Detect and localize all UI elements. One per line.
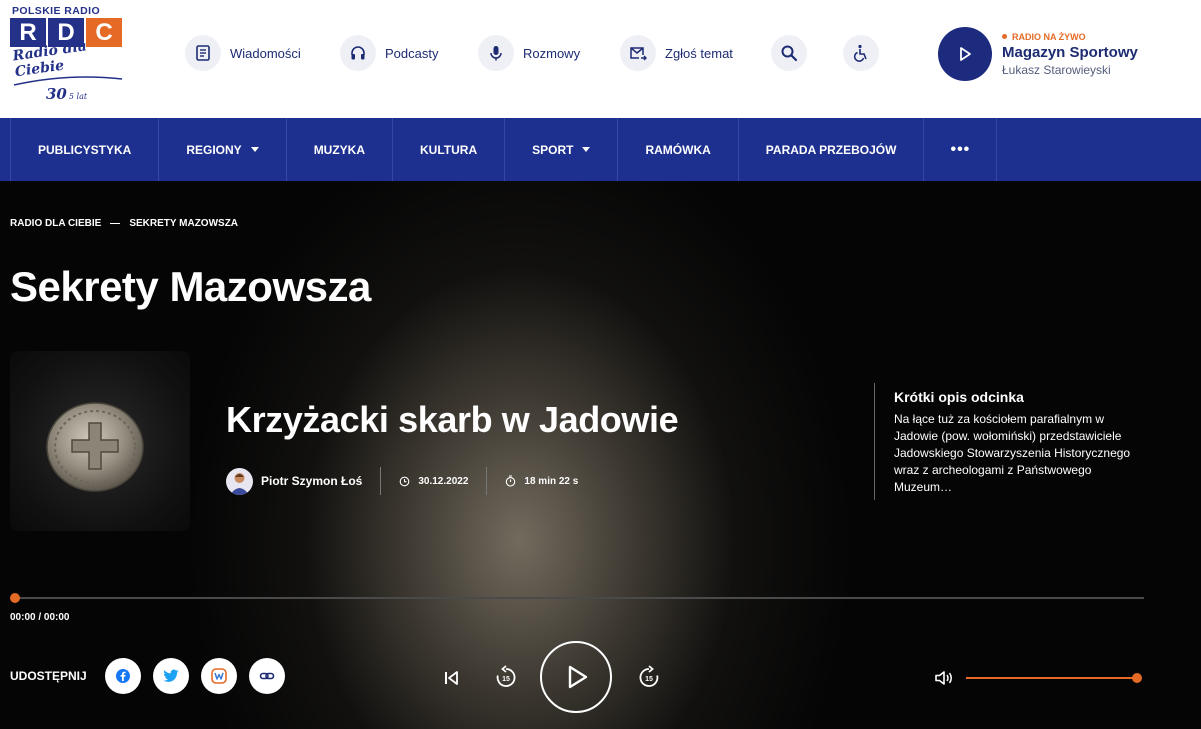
main-navigation: PUBLICYSTYKA REGIONY MUZYKA KULTURA SPOR… xyxy=(0,118,1201,181)
headphones-icon xyxy=(340,35,376,71)
play-icon xyxy=(568,665,588,689)
person-icon xyxy=(230,472,249,495)
playback-timecode: 00:00 / 00:00 xyxy=(10,612,70,623)
mainnav-label: SPORT xyxy=(532,142,574,157)
news-icon xyxy=(185,35,221,71)
mainnav-more-button[interactable]: ••• xyxy=(924,118,998,181)
mainnav-label: REGIONY xyxy=(186,142,242,157)
page-title: Sekrety Mazowsza xyxy=(10,263,371,310)
live-dot-icon xyxy=(1002,34,1007,39)
accessibility-icon xyxy=(843,35,879,71)
logo-top-text: POLSKIE RADIO xyxy=(12,5,101,17)
breadcrumb-item-radio-dla-ciebie[interactable]: RADIO DLA CIEBIE xyxy=(10,218,101,229)
breadcrumb-separator xyxy=(110,223,121,224)
live-play-button[interactable] xyxy=(938,27,992,81)
episode-date: 30.12.2022 xyxy=(418,475,469,487)
rewind-seconds: 15 xyxy=(502,676,510,683)
accessibility-button[interactable] xyxy=(843,35,879,71)
live-tag-label: RADIO NA ŻYWO xyxy=(1012,31,1086,42)
topnav-news[interactable]: Wiadomości xyxy=(185,35,301,71)
play-button[interactable] xyxy=(540,641,612,713)
volume-icon[interactable] xyxy=(934,669,954,687)
live-radio-widget[interactable]: RADIO NA ŻYWO Magazyn Sportowy Łukasz St… xyxy=(938,27,1138,81)
mail-send-icon xyxy=(620,35,656,71)
episode-title: Krzyżacki skarb w Jadowie xyxy=(226,399,679,440)
logo-anniversary-suffix: 5 lat xyxy=(68,92,88,101)
meta-divider xyxy=(380,467,382,495)
topnav-interviews-label: Rozmowy xyxy=(523,45,581,61)
clock-icon xyxy=(399,476,410,486)
live-tag: RADIO NA ŻYWO xyxy=(1002,32,1138,42)
episode-author[interactable]: Piotr Szymon Łoś xyxy=(261,474,362,488)
mainnav-sport[interactable]: SPORT xyxy=(505,118,619,181)
search-icon xyxy=(771,35,807,71)
progress-handle[interactable] xyxy=(10,593,20,603)
coin-image xyxy=(46,402,144,492)
episode-cover-image xyxy=(10,351,190,531)
mainnav-label: MUZYKA xyxy=(313,142,366,157)
meta-divider xyxy=(486,467,488,495)
rewind-15-button[interactable]: 15 xyxy=(494,665,518,689)
live-show-title: Magazyn Sportowy xyxy=(1002,43,1138,61)
rdc-logo[interactable]: POLSKIE RADIO R D C Radio dla Ciebie 30 5… xyxy=(10,5,130,105)
topnav-report-topic-label: Zgłoś temat xyxy=(665,45,733,61)
live-show-host: Łukasz Starowieyski xyxy=(1002,62,1111,77)
playback-progress-bar[interactable] xyxy=(10,593,1144,603)
rewind-icon: 15 xyxy=(496,665,516,687)
topnav-podcasts[interactable]: Podcasty xyxy=(340,35,438,71)
mainnav-label: KULTURA xyxy=(420,142,478,157)
mainnav-label: PUBLICYSTYKA xyxy=(38,142,132,157)
play-icon xyxy=(960,47,971,61)
author-avatar xyxy=(226,467,253,495)
topnav-interviews[interactable]: Rozmowy xyxy=(478,35,580,71)
microphone-icon xyxy=(478,35,514,71)
mainnav-muzyka[interactable]: MUZYKA xyxy=(287,118,394,181)
volume-slider[interactable] xyxy=(966,673,1142,683)
breadcrumb: RADIO DLA CIEBIE SEKRETY MAZOWSZA xyxy=(10,218,238,229)
topnav-podcasts-label: Podcasty xyxy=(385,45,439,61)
mainnav-label: PARADA PRZEBOJÓW xyxy=(765,142,897,157)
volume-handle[interactable] xyxy=(1132,673,1142,683)
stopwatch-icon xyxy=(506,475,516,487)
mainnav-kultura[interactable]: KULTURA xyxy=(393,118,506,181)
description-title: Krótki opis odcinka xyxy=(894,389,1024,405)
episode-hero: RADIO DLA CIEBIE SEKRETY MAZOWSZA Sekret… xyxy=(0,181,1201,729)
live-info: RADIO NA ŻYWO Magazyn Sportowy Łukasz St… xyxy=(1002,32,1138,77)
mainnav-publicystyka[interactable]: PUBLICYSTYKA xyxy=(10,118,160,181)
forward-15-button[interactable]: 15 xyxy=(637,665,661,689)
search-button[interactable] xyxy=(771,35,807,71)
mainnav-parada-przebojow[interactable]: PARADA PRZEBOJÓW xyxy=(739,118,925,181)
episode-meta: Piotr Szymon Łoś 30.12.2022 18 min 22 s xyxy=(226,467,578,495)
episode-duration: 18 min 22 s xyxy=(524,475,579,487)
mainnav-regiony[interactable]: REGIONY xyxy=(159,118,287,181)
topnav-report-topic[interactable]: Zgłoś temat xyxy=(620,35,733,71)
episode-description: Krótki opis odcinka Na łące tuż za kości… xyxy=(874,383,1144,500)
topnav-news-label: Wiadomości xyxy=(230,45,301,61)
breadcrumb-item-sekrety-mazowsza[interactable]: SEKRETY MAZOWSZA xyxy=(129,218,238,229)
skip-previous-icon xyxy=(445,671,458,685)
volume-control xyxy=(934,668,1142,688)
mainnav-ramowka[interactable]: RAMÓWKA xyxy=(618,118,739,181)
forward-icon: 15 xyxy=(639,665,659,687)
logo-anniversary: 30 5 lat xyxy=(46,85,87,103)
forward-seconds: 15 xyxy=(645,676,653,683)
logo-letter-r: R xyxy=(10,18,46,47)
chevron-down-icon xyxy=(582,147,591,152)
chevron-down-icon xyxy=(250,147,259,152)
previous-button[interactable] xyxy=(440,667,462,689)
mainnav-label: RAMÓWKA xyxy=(645,142,711,157)
description-body: Na łące tuż za kościołem parafialnym w J… xyxy=(894,412,1131,494)
logo-anniversary-number: 30 xyxy=(46,85,67,103)
site-header: POLSKIE RADIO R D C Radio dla Ciebie 30 5… xyxy=(0,0,1201,118)
